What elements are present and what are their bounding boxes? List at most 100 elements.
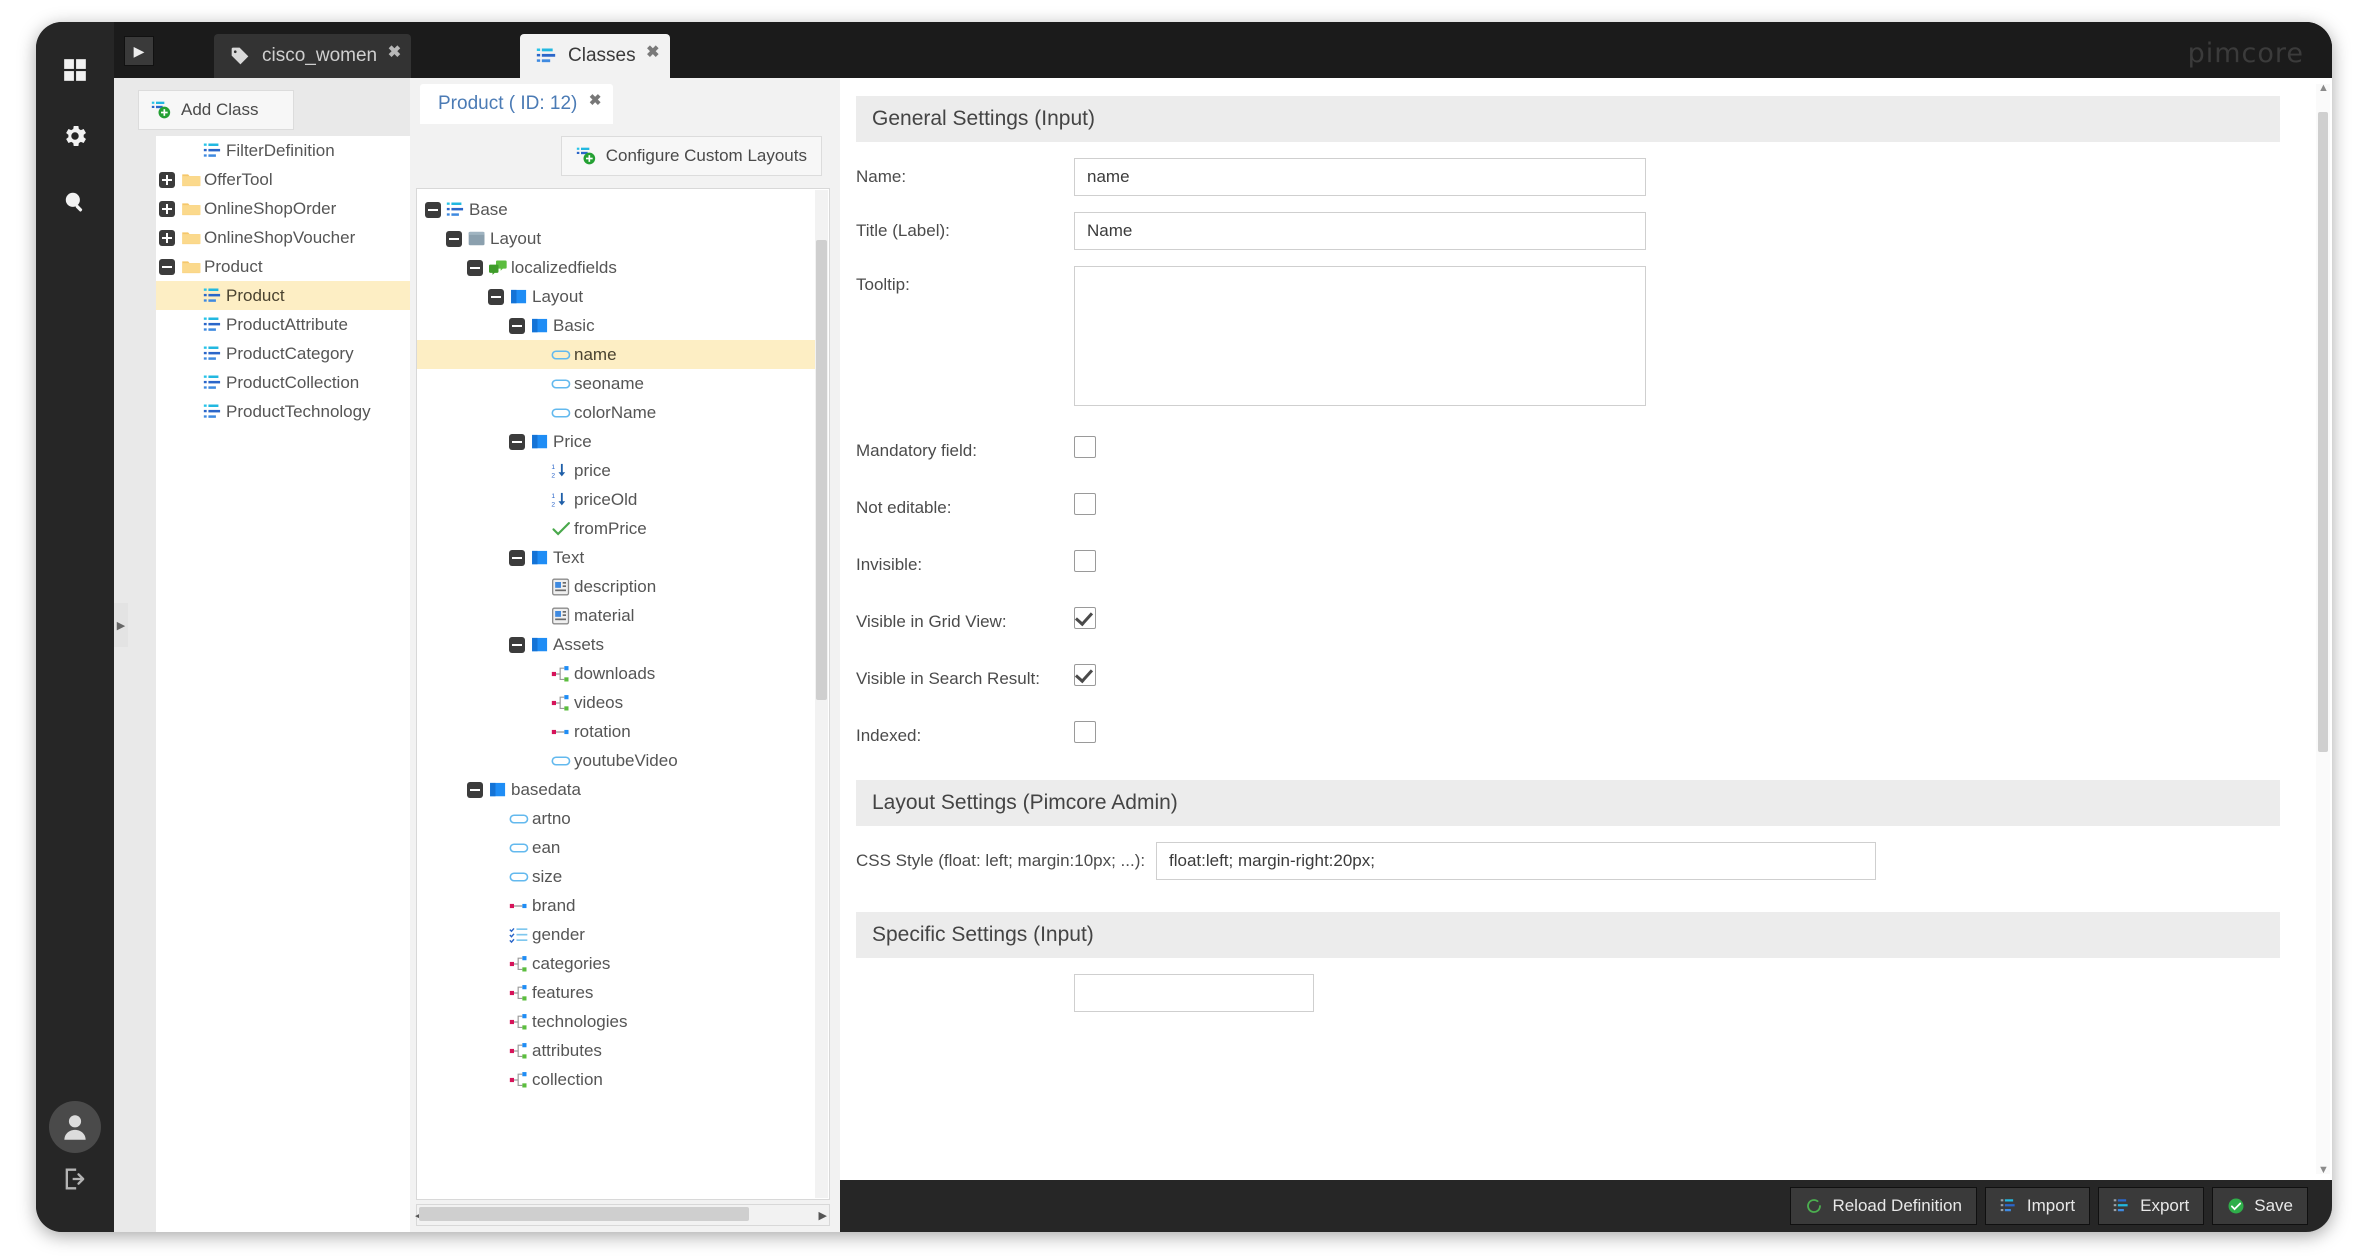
collapse-icon[interactable]	[509, 317, 525, 334]
field-tree-item[interactable]: Basic	[417, 311, 815, 340]
collapse-icon[interactable]	[467, 259, 483, 276]
dashboard-icon[interactable]	[53, 48, 97, 92]
export-button[interactable]: Export	[2098, 1187, 2205, 1225]
scrollbar-thumb[interactable]	[816, 240, 827, 700]
name-input[interactable]	[1074, 158, 1646, 196]
field-tree-item[interactable]: 1 2 price	[417, 456, 815, 485]
field-tree-item[interactable]: localizedfields	[417, 253, 815, 282]
field-tree-item[interactable]: Assets	[417, 630, 815, 659]
scroll-right-arrow-icon[interactable]: ▶	[819, 1209, 827, 1222]
tab-classes[interactable]: Classes ✖	[520, 34, 670, 78]
class-tree-item[interactable]: ProductAttribute	[156, 310, 410, 339]
scrollbar-thumb[interactable]	[419, 1207, 749, 1221]
indexed-checkbox[interactable]	[1074, 720, 1096, 743]
field-tree[interactable]: Base Layout localizedfields Layout Basic name…	[416, 188, 830, 1200]
field-tree-item[interactable]: Base	[417, 195, 815, 224]
expand-icon[interactable]	[159, 171, 175, 188]
collapse-icon[interactable]	[425, 201, 441, 218]
configure-custom-layouts-button[interactable]: Configure Custom Layouts	[560, 136, 822, 176]
export-icon	[2113, 1197, 2131, 1215]
collapse-icon[interactable]	[467, 781, 483, 798]
collapse-icon[interactable]	[509, 433, 525, 450]
class-tree-item[interactable]: ProductCategory	[156, 339, 410, 368]
collapse-icon[interactable]	[446, 230, 462, 247]
collapse-icon[interactable]	[488, 288, 504, 305]
search-icon[interactable]	[53, 180, 97, 224]
tab-cisco-women[interactable]: cisco_women ✖	[214, 34, 412, 78]
field-tree-item[interactable]: downloads	[417, 659, 815, 688]
visible-in-grid-view-checkbox[interactable]	[1074, 606, 1096, 629]
class-tree-item[interactable]: Product	[156, 281, 410, 310]
expand-icon[interactable]	[159, 229, 175, 246]
reload-definition-button[interactable]: Reload Definition	[1790, 1187, 1977, 1225]
document-tab-close-icon[interactable]: ✖	[589, 91, 602, 109]
field-tree-vertical-scrollbar[interactable]	[815, 190, 828, 1198]
field-tree-item[interactable]: collection	[417, 1065, 815, 1094]
field-tree-item[interactable]: size	[417, 862, 815, 891]
field-tree-item[interactable]: material	[417, 601, 815, 630]
field-tree-item[interactable]: videos	[417, 688, 815, 717]
panel-collapse-handle[interactable]: ▶	[114, 603, 128, 647]
title-input[interactable]	[1074, 212, 1646, 250]
field-tree-item[interactable]: attributes	[417, 1036, 815, 1065]
field-tree-item[interactable]: brand	[417, 891, 815, 920]
field-tree-item[interactable]: rotation	[417, 717, 815, 746]
field-tree-item[interactable]: 1 2 priceOld	[417, 485, 815, 514]
field-tree-horizontal-scrollbar[interactable]: ◀ ▶	[415, 1204, 830, 1226]
class-tree-item[interactable]: OfferTool	[156, 165, 410, 194]
field-tree-item[interactable]: colorName	[417, 398, 815, 427]
logout-icon[interactable]	[61, 1165, 89, 1198]
expand-icon[interactable]	[159, 200, 175, 217]
field-tree-item[interactable]: categories	[417, 949, 815, 978]
field-tree-item[interactable]: fromPrice	[417, 514, 815, 543]
field-tree-item[interactable]: name	[417, 340, 815, 369]
class-tree-item[interactable]: ProductCollection	[156, 368, 410, 397]
collapse-icon[interactable]	[509, 549, 525, 566]
field-tree-item[interactable]: description	[417, 572, 815, 601]
add-class-button[interactable]: Add Class	[138, 90, 294, 130]
scrollbar-thumb[interactable]	[2318, 112, 2328, 752]
field-tree-item[interactable]: artno	[417, 804, 815, 833]
class-tree-item[interactable]: Product	[156, 252, 410, 281]
field-tree-item[interactable]: features	[417, 978, 815, 1007]
content-area: Add Class FilterDefinition OfferTool Onlin…	[114, 78, 2332, 1232]
invisible-checkbox[interactable]	[1074, 549, 1096, 572]
visible-in-search-result-checkbox[interactable]	[1074, 663, 1096, 686]
settings-vertical-scrollbar[interactable]: ▲ ▼	[2316, 82, 2330, 1176]
field-tree-item[interactable]: Price	[417, 427, 815, 456]
save-button[interactable]: Save	[2212, 1187, 2308, 1225]
not-editable-checkbox[interactable]	[1074, 492, 1096, 515]
field-tree-item[interactable]: seoname	[417, 369, 815, 398]
field-tree-item[interactable]: Layout	[417, 224, 815, 253]
scroll-down-arrow-icon[interactable]: ▼	[2318, 1164, 2329, 1176]
collapse-panel-button[interactable]: ▶	[124, 36, 154, 66]
tooltip-textarea[interactable]	[1074, 266, 1646, 406]
field-tree-item[interactable]: ean	[417, 833, 815, 862]
document-tab-product[interactable]: Product ( ID: 12) ✖	[420, 84, 614, 124]
scroll-up-arrow-icon[interactable]: ▲	[2318, 82, 2329, 94]
user-avatar[interactable]	[49, 1101, 101, 1153]
tab-close-icon[interactable]: ✖	[388, 42, 401, 62]
field-tree-item[interactable]: Text	[417, 543, 815, 572]
field-tree-item-label: priceOld	[574, 489, 638, 509]
specific-first-input[interactable]	[1074, 973, 1314, 1012]
class-tree-item[interactable]: FilterDefinition	[156, 136, 410, 165]
folder-icon	[178, 257, 204, 277]
numeric-icon: 12	[548, 461, 574, 481]
import-button[interactable]: Import	[1984, 1187, 2091, 1225]
field-tree-item[interactable]: Layout	[417, 282, 815, 311]
class-tree-item[interactable]: ProductTechnology	[156, 397, 410, 426]
collapse-icon[interactable]	[159, 258, 175, 275]
collapse-icon[interactable]	[509, 636, 525, 653]
mandatory-field-checkbox[interactable]	[1074, 436, 1096, 458]
class-tree-item[interactable]: OnlineShopOrder	[156, 194, 410, 223]
field-tree-item[interactable]: basedata	[417, 775, 815, 804]
css-style-input[interactable]	[1156, 841, 1876, 880]
tab-close-icon[interactable]: ✖	[646, 42, 659, 62]
field-tree-item[interactable]: technologies	[417, 1007, 815, 1036]
field-tree-item[interactable]: gender	[417, 920, 815, 949]
class-tree-item[interactable]: OnlineShopVoucher	[156, 223, 410, 252]
settings-gear-icon[interactable]	[53, 114, 97, 158]
classes-tree[interactable]: FilterDefinition OfferTool OnlineShopOrder…	[156, 136, 410, 1232]
field-tree-item[interactable]: youtubeVideo	[417, 746, 815, 775]
